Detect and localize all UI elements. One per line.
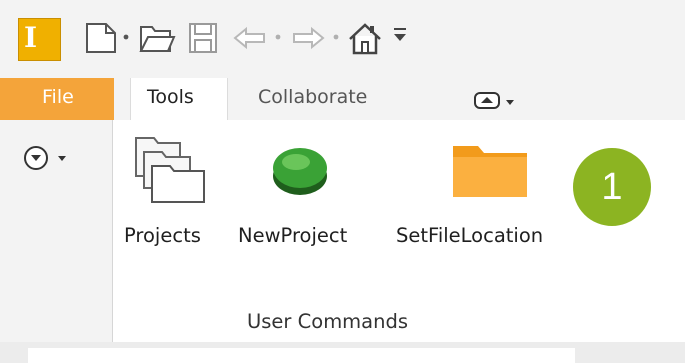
app-logo-letter: I xyxy=(24,21,38,54)
callout-number-badge: 1 xyxy=(571,146,653,228)
open-folder-icon[interactable] xyxy=(138,20,176,56)
save-icon[interactable] xyxy=(186,20,220,56)
redo-dropdown-icon[interactable] xyxy=(332,34,340,40)
chevron-down-icon[interactable] xyxy=(122,34,130,40)
ribbon-tab-row: File Tools Collaborate xyxy=(0,78,685,122)
tab-file[interactable]: File xyxy=(0,78,114,120)
tab-tools-label: Tools xyxy=(147,86,194,108)
projects-command-label[interactable]: Projects xyxy=(124,224,201,247)
undo-dropdown-icon[interactable] xyxy=(274,34,282,40)
ribbon-panel: Projects NewProject SetFileLocation User… xyxy=(0,120,685,342)
browser-pane xyxy=(28,348,575,363)
tab-collaborate[interactable]: Collaborate xyxy=(258,86,367,108)
app-logo[interactable]: I xyxy=(18,18,61,61)
home-icon[interactable] xyxy=(346,20,384,58)
tab-tools[interactable]: Tools xyxy=(130,78,228,122)
newproject-command-label[interactable]: NewProject xyxy=(238,224,347,247)
tab-file-label: File xyxy=(42,86,74,108)
redo-icon[interactable] xyxy=(290,20,326,56)
start-button-icon[interactable] xyxy=(268,138,332,206)
expand-dropdown-icon[interactable] xyxy=(22,144,82,178)
new-file-icon[interactable] xyxy=(84,20,118,56)
ribbon-display-options-icon[interactable] xyxy=(470,90,530,116)
ribbon-group-label: User Commands xyxy=(247,310,409,333)
bottom-strip xyxy=(0,342,685,363)
ribbon-left-panel xyxy=(0,120,113,342)
setfilelocation-command-label[interactable]: SetFileLocation xyxy=(396,224,543,247)
quick-access-toolbar: I xyxy=(0,0,685,78)
undo-icon[interactable] xyxy=(232,20,268,56)
customize-qat-icon[interactable] xyxy=(392,26,408,44)
folder-icon[interactable] xyxy=(450,140,530,204)
projects-icon[interactable] xyxy=(132,134,208,210)
